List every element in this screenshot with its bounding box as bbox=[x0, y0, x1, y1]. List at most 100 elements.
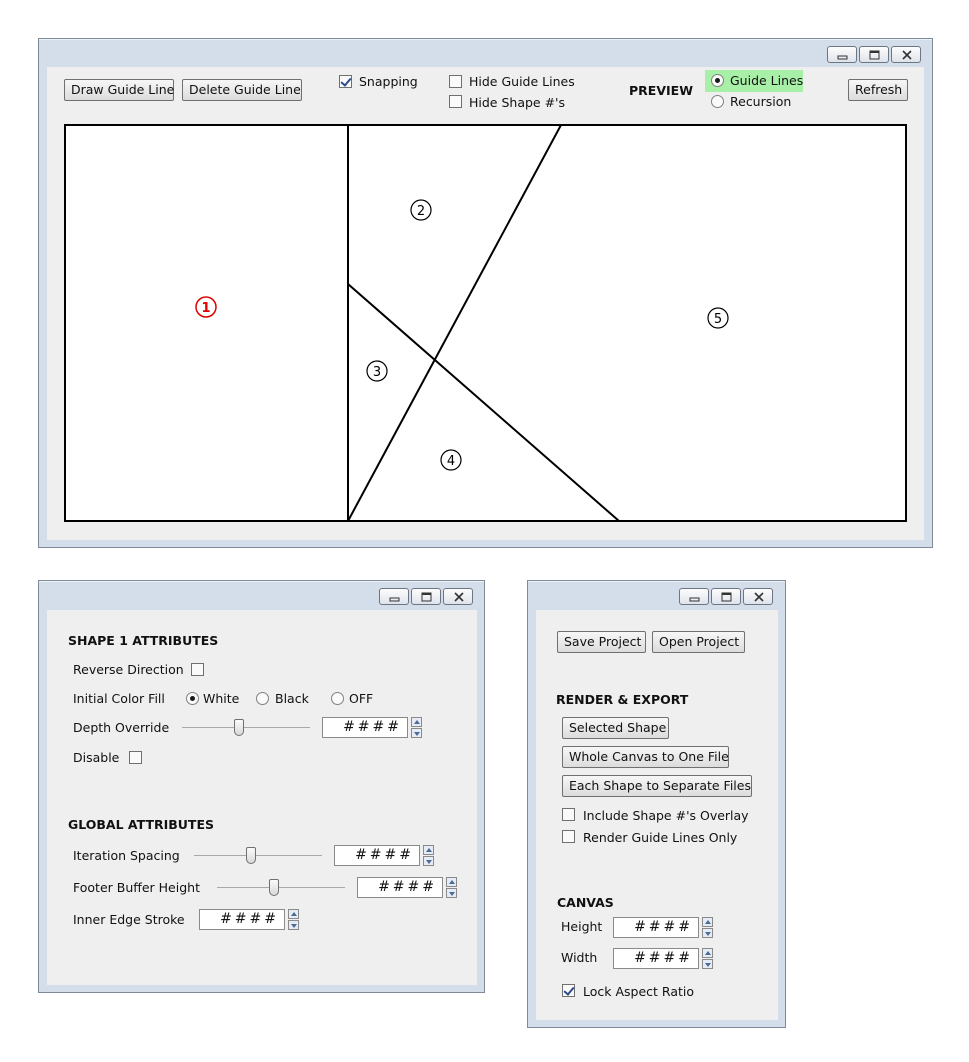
global-attributes-heading: GLOBAL ATTRIBUTES bbox=[68, 817, 214, 832]
color-off-radio[interactable] bbox=[331, 692, 344, 705]
width-field[interactable]: #### bbox=[613, 948, 699, 969]
hide-guide-lines-label: Hide Guide Lines bbox=[469, 74, 575, 89]
shape-attributes-heading: SHAPE 1 ATTRIBUTES bbox=[68, 633, 219, 648]
slider-thumb[interactable] bbox=[269, 879, 279, 896]
shape-label-5: 5 bbox=[714, 312, 722, 327]
stepper-up-icon[interactable] bbox=[702, 948, 713, 958]
stepper-up-icon[interactable] bbox=[702, 917, 713, 927]
minimize-icon[interactable] bbox=[827, 46, 857, 63]
main-window: Draw Guide Line Delete Guide Line Snappi… bbox=[38, 38, 933, 548]
attributes-window-body: SHAPE 1 ATTRIBUTES Reverse Direction Ini… bbox=[47, 610, 477, 985]
footer-buffer-height-stepper[interactable] bbox=[446, 877, 457, 898]
color-black-radio[interactable] bbox=[256, 692, 269, 705]
stepper-down-icon[interactable] bbox=[446, 888, 457, 898]
iteration-spacing-slider[interactable] bbox=[194, 846, 322, 866]
stepper-down-icon[interactable] bbox=[423, 856, 434, 866]
reverse-direction-label: Reverse Direction bbox=[73, 662, 184, 677]
depth-override-label: Depth Override bbox=[73, 720, 170, 735]
shape-label-3: 3 bbox=[373, 365, 381, 380]
slider-thumb[interactable] bbox=[246, 847, 256, 864]
refresh-button[interactable]: Refresh bbox=[848, 79, 908, 101]
inner-edge-stroke-label: Inner Edge Stroke bbox=[73, 912, 185, 927]
render-guides-only-label: Render Guide Lines Only bbox=[583, 830, 738, 845]
project-window-controls bbox=[679, 588, 773, 605]
height-label: Height bbox=[561, 919, 603, 934]
close-icon[interactable] bbox=[891, 46, 921, 63]
drawing-canvas[interactable]: 1 2 3 4 5 bbox=[64, 124, 907, 522]
shape-label-4: 4 bbox=[447, 454, 455, 469]
color-white-label: White bbox=[203, 691, 240, 706]
lock-aspect-label: Lock Aspect Ratio bbox=[583, 984, 695, 999]
slider-thumb[interactable] bbox=[234, 719, 244, 736]
minimize-icon[interactable] bbox=[679, 588, 709, 605]
width-stepper[interactable] bbox=[702, 948, 713, 969]
stepper-down-icon[interactable] bbox=[702, 959, 713, 969]
hide-shape-numbers-checkbox[interactable] bbox=[449, 95, 462, 108]
height-stepper[interactable] bbox=[702, 917, 713, 938]
project-window: Save Project Open Project RENDER & EXPOR… bbox=[527, 580, 786, 1028]
lock-aspect-checkbox[interactable] bbox=[562, 984, 575, 997]
stepper-down-icon[interactable] bbox=[411, 728, 422, 738]
render-guides-only-checkbox[interactable] bbox=[562, 830, 575, 843]
iteration-spacing-stepper[interactable] bbox=[423, 845, 434, 866]
footer-buffer-height-field[interactable]: #### bbox=[357, 877, 443, 898]
close-icon[interactable] bbox=[443, 588, 473, 605]
disable-checkbox[interactable] bbox=[129, 751, 142, 764]
footer-buffer-height-slider[interactable] bbox=[217, 878, 345, 898]
project-window-body: Save Project Open Project RENDER & EXPOR… bbox=[536, 610, 778, 1020]
minimize-icon[interactable] bbox=[379, 588, 409, 605]
maximize-icon[interactable] bbox=[711, 588, 741, 605]
shape-marker-5[interactable]: 5 bbox=[707, 307, 729, 329]
stepper-down-icon[interactable] bbox=[702, 928, 713, 938]
stepper-up-icon[interactable] bbox=[288, 909, 299, 919]
save-project-button[interactable]: Save Project bbox=[557, 631, 646, 653]
iteration-spacing-field[interactable]: #### bbox=[334, 845, 420, 866]
slider-track bbox=[217, 887, 345, 888]
footer-buffer-height-label: Footer Buffer Height bbox=[73, 880, 200, 895]
inner-edge-stroke-field[interactable]: #### bbox=[199, 909, 285, 930]
main-window-controls bbox=[827, 46, 921, 63]
open-project-button[interactable]: Open Project bbox=[652, 631, 745, 653]
each-shape-button[interactable]: Each Shape to Separate Files bbox=[562, 775, 752, 797]
preview-recursion-radio[interactable] bbox=[711, 95, 724, 108]
hide-shape-numbers-label: Hide Shape #'s bbox=[469, 95, 566, 110]
draw-guide-line-button[interactable]: Draw Guide Line bbox=[64, 79, 174, 101]
depth-override-field[interactable]: #### bbox=[322, 717, 408, 738]
stepper-up-icon[interactable] bbox=[446, 877, 457, 887]
snapping-checkbox[interactable] bbox=[339, 75, 352, 88]
include-overlay-checkbox[interactable] bbox=[562, 808, 575, 821]
attributes-window-controls bbox=[379, 588, 473, 605]
height-field[interactable]: #### bbox=[613, 917, 699, 938]
delete-guide-line-button[interactable]: Delete Guide Line bbox=[182, 79, 302, 101]
attributes-window: SHAPE 1 ATTRIBUTES Reverse Direction Ini… bbox=[38, 580, 485, 993]
maximize-icon[interactable] bbox=[859, 46, 889, 63]
preview-guide-lines-label: Guide Lines bbox=[730, 73, 804, 88]
include-overlay-label: Include Shape #'s Overlay bbox=[583, 808, 749, 823]
reverse-direction-checkbox[interactable] bbox=[191, 663, 204, 676]
slider-track bbox=[182, 727, 310, 728]
hide-guide-lines-checkbox[interactable] bbox=[449, 75, 462, 88]
shape-marker-4[interactable]: 4 bbox=[440, 449, 462, 471]
disable-label: Disable bbox=[73, 750, 120, 765]
width-label: Width bbox=[561, 950, 598, 965]
depth-override-slider[interactable] bbox=[182, 718, 310, 738]
shape-marker-1[interactable]: 1 bbox=[195, 296, 217, 318]
shape-label-2: 2 bbox=[417, 204, 425, 219]
maximize-icon[interactable] bbox=[411, 588, 441, 605]
preview-guide-lines-radio[interactable] bbox=[711, 74, 724, 87]
preview-recursion-label: Recursion bbox=[730, 94, 792, 109]
stepper-up-icon[interactable] bbox=[411, 717, 422, 727]
shape-marker-3[interactable]: 3 bbox=[366, 360, 388, 382]
close-icon[interactable] bbox=[743, 588, 773, 605]
shape-marker-2[interactable]: 2 bbox=[410, 199, 432, 221]
color-white-radio[interactable] bbox=[186, 692, 199, 705]
iteration-spacing-label: Iteration Spacing bbox=[73, 848, 180, 863]
depth-override-stepper[interactable] bbox=[411, 717, 422, 738]
stepper-down-icon[interactable] bbox=[288, 920, 299, 930]
whole-canvas-button[interactable]: Whole Canvas to One File bbox=[562, 746, 729, 768]
inner-edge-stroke-stepper[interactable] bbox=[288, 909, 299, 930]
stepper-up-icon[interactable] bbox=[423, 845, 434, 855]
selected-shape-button[interactable]: Selected Shape bbox=[562, 717, 669, 739]
render-export-heading: RENDER & EXPORT bbox=[556, 692, 689, 707]
shape-label-layer: 1 2 3 4 5 bbox=[195, 199, 729, 471]
